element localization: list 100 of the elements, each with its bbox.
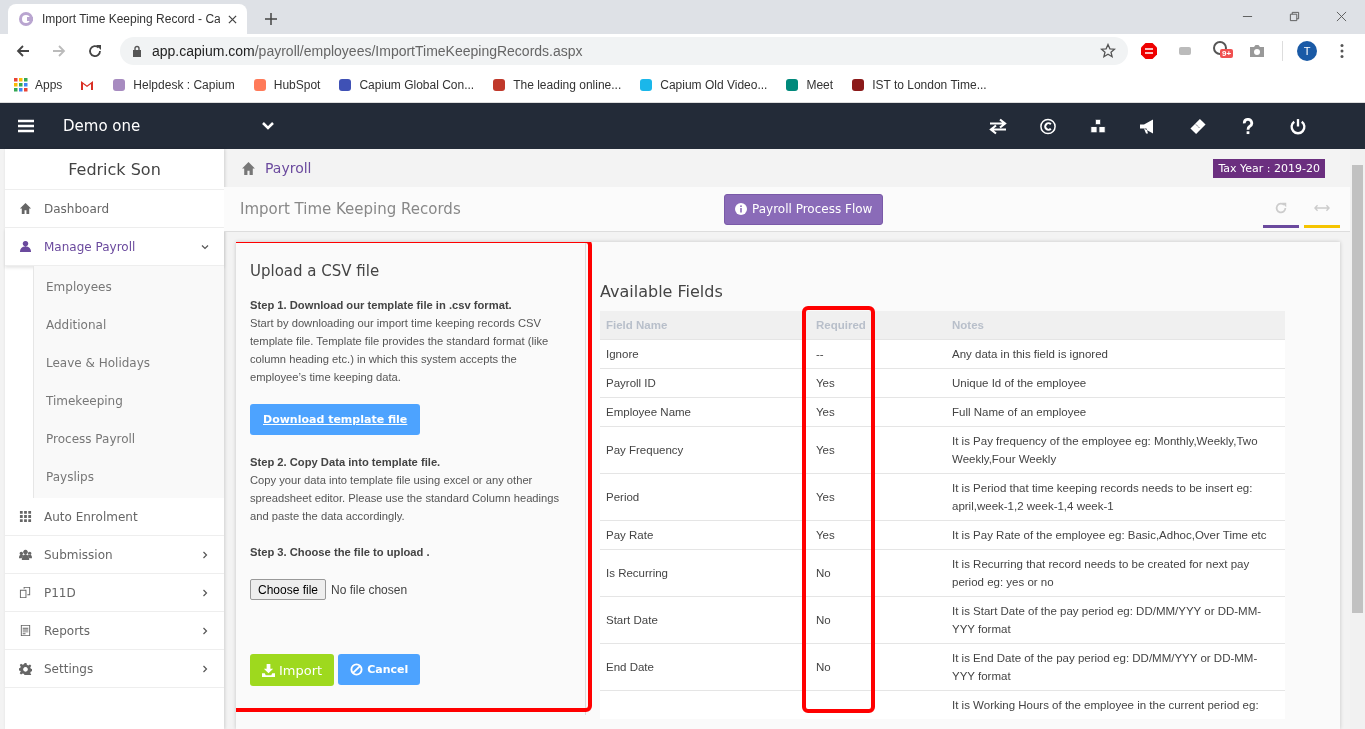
table-cell: No	[816, 661, 831, 673]
capium-logo-icon	[18, 11, 34, 27]
table-cell: No	[816, 614, 831, 626]
table-cell: Unique Id of the employee	[952, 377, 1087, 389]
column-header: Field Name	[600, 311, 810, 340]
copy-icon	[19, 586, 32, 599]
tab-title: Import Time Keeping Record - Ca	[42, 12, 220, 26]
capium-logo-icon[interactable]	[1039, 117, 1057, 135]
sidebar-item[interactable]: Reports	[5, 612, 224, 650]
bookmark-label: HubSpot	[273, 78, 321, 92]
bookmark-label: IST to London Time...	[872, 78, 987, 92]
swap-icon[interactable]	[989, 117, 1007, 135]
table-cell: It is Pay frequency of the employee eg: Monthly,Weekly,Two Weekly,Four Weekly	[952, 435, 1258, 465]
chevron-down-icon[interactable]	[261, 121, 275, 131]
bookmark-item[interactable]: Helpdesk : Capium	[112, 78, 235, 92]
sidebar-item[interactable]: P11D	[5, 574, 224, 612]
ticket-icon[interactable]	[1189, 117, 1207, 135]
user-name: Fedrick Son	[5, 149, 224, 190]
submenu-item[interactable]: Employees	[34, 268, 224, 306]
table-cell: Start Date	[606, 614, 658, 626]
submenu-item[interactable]: Payslips	[34, 458, 224, 496]
process-flow-button[interactable]: Payroll Process Flow	[724, 193, 884, 225]
table-cell: It is Working Hours of the employee in the current period eg:	[952, 699, 1259, 711]
close-icon[interactable]	[228, 14, 237, 24]
table-cell: Yes	[816, 377, 835, 389]
bookmark-icon	[112, 78, 127, 92]
close-icon[interactable]	[1336, 11, 1347, 22]
table-cell: It is Pay Rate of the employee eg: Basic,Adhoc,Over Time etc	[952, 529, 1267, 541]
table-cell: Yes	[816, 444, 835, 456]
submenu-item[interactable]: Additional	[34, 306, 224, 344]
bookmark-label: Capium Global Con...	[359, 78, 475, 92]
column-header: Required	[810, 311, 946, 340]
gear-icon	[19, 662, 32, 675]
bookmark-item[interactable]: Meet	[785, 78, 834, 92]
grid-icon	[19, 510, 32, 523]
table-cell: Period	[606, 491, 640, 503]
file-status: No file chosen	[331, 582, 408, 597]
table-cell: It is End Date of the pay period eg: DD/MM/YYY or DD-MM-YYY format	[952, 652, 1258, 682]
notification-badge: 9+	[1220, 49, 1234, 58]
choose-file-button[interactable]: Choose file	[250, 579, 327, 600]
browser-tab[interactable]: Import Time Keeping Record - Ca	[8, 4, 247, 34]
table-cell: Pay Frequency	[606, 444, 684, 456]
camera-icon[interactable]	[1248, 42, 1266, 60]
cubes-icon[interactable]	[1089, 117, 1107, 135]
submenu-item[interactable]: Process Payroll	[34, 420, 224, 458]
bookmark-item[interactable]: HubSpot	[252, 78, 321, 92]
table-cell: No	[816, 567, 831, 579]
bookmark-icon	[785, 78, 800, 92]
adblock-icon[interactable]	[1140, 42, 1158, 60]
bookmark-item[interactable]: The leading online...	[492, 78, 622, 92]
breadcrumb-link[interactable]: Payroll	[265, 160, 312, 176]
new-tab-icon[interactable]	[265, 13, 277, 25]
apps-grid-icon	[14, 78, 28, 92]
address-field[interactable]: app.capium.com/payroll/employees/ImportTimeKeepingRecords.aspx	[120, 37, 1128, 65]
bookmark-item[interactable]: IST to London Time...	[851, 78, 987, 92]
step-instructions: Step 2. Copy Data into template file. Copy your data into template file using excel or any other spreadsheet editor. Please use the standard Column headings and paste the data accordingly.	[250, 455, 561, 524]
bookmark-label: Helpdesk : Capium	[133, 78, 235, 92]
table-cell: It is Start Date of the pay period eg: DD/MM/YYY or DD-MM-YYY format	[952, 605, 1262, 635]
table-cell: Yes	[816, 406, 835, 418]
bookmark-label: Capium Old Video...	[660, 78, 768, 92]
submenu-item[interactable]: Leave & Holidays	[34, 344, 224, 382]
lock-icon	[132, 45, 142, 57]
sidebar-item[interactable]: Submission	[5, 536, 224, 574]
restore-icon[interactable]	[1289, 11, 1300, 22]
table-cell: Full Name of an employee	[952, 406, 1087, 418]
company-selector[interactable]: Demo one	[63, 117, 261, 135]
ban-icon	[350, 663, 364, 676]
page-title: Import Time Keeping Records	[240, 200, 462, 218]
section-title: Available Fields	[600, 282, 724, 301]
submenu-item[interactable]: Timekeeping	[34, 382, 224, 420]
step-instructions: Step 1. Download our template file in .csv format. Start by downloading our import time keeping records CSV template file. Template file provides the standard format (like column heading etc.) in which this system accepts the employee’s time keeping data.	[250, 298, 550, 385]
bookmark-item[interactable]: Apps	[14, 78, 63, 92]
table-cell: Any data in this field is ignored	[952, 348, 1108, 360]
bookmark-item[interactable]: Capium Old Video...	[639, 78, 768, 92]
reload-icon[interactable]	[87, 43, 103, 59]
user-icon	[19, 240, 32, 253]
table-cell: Yes	[816, 529, 835, 541]
bookmark-label: Apps	[35, 78, 63, 92]
bookmark-item[interactable]: Capium Global Con...	[338, 78, 475, 92]
profile-avatar[interactable]: T	[1297, 41, 1317, 61]
table-cell: Pay Rate	[606, 529, 654, 541]
bookmark-icon	[492, 78, 507, 92]
sidebar-item[interactable]: Settings	[5, 650, 224, 688]
bookmark-label: The leading online...	[513, 78, 622, 92]
step-heading: Step 3. Choose the file to upload .	[250, 545, 431, 560]
column-header: Notes	[946, 311, 1285, 340]
sidebar-item[interactable]: Auto Enrolment	[5, 498, 224, 536]
menu-icon[interactable]	[18, 119, 34, 133]
power-icon[interactable]	[1289, 117, 1307, 135]
table-cell: Payroll ID	[606, 377, 656, 389]
bookmark-item[interactable]	[80, 78, 95, 92]
users-icon	[19, 548, 32, 561]
star-icon[interactable]	[1100, 43, 1116, 59]
table-cell: Employee Name	[606, 406, 691, 418]
back-icon[interactable]	[15, 43, 31, 59]
home-icon	[240, 160, 257, 176]
table-cell: Is Recurring	[606, 567, 668, 579]
download-icon	[262, 663, 275, 677]
extension-icon[interactable]	[1212, 40, 1230, 58]
bookmark-label: Meet	[806, 78, 834, 92]
